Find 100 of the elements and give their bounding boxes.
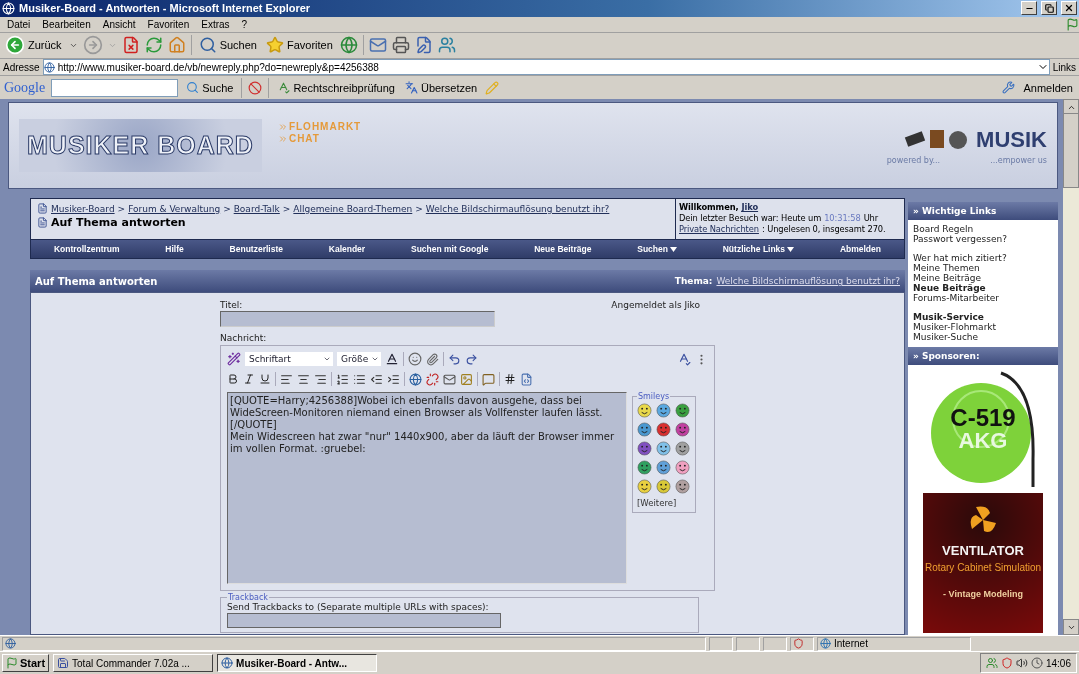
breadcrumb-link[interactable]: Board-Talk	[233, 203, 280, 214]
taskbar-button[interactable]: Musiker-Board - Antw...	[217, 654, 378, 673]
sidebar-link[interactable]: Forums-Mitarbeiter	[913, 293, 1053, 304]
google-search-button[interactable]: Suche	[184, 81, 236, 95]
numbered-list-icon[interactable]	[336, 372, 349, 386]
smiley-icon[interactable]	[656, 403, 671, 419]
undo-icon[interactable]	[448, 352, 461, 366]
trackback-field[interactable]	[227, 613, 501, 629]
sidebar-link[interactable]: Meine Beiträge	[913, 273, 1053, 284]
smiley-icon[interactable]	[656, 422, 671, 438]
smiley-icon[interactable]	[637, 460, 652, 476]
print-icon[interactable]	[391, 36, 410, 55]
scrollbar[interactable]	[1063, 99, 1079, 636]
scroll-thumb[interactable]	[1063, 113, 1079, 189]
format-icon[interactable]	[227, 352, 241, 367]
media-icon[interactable]	[339, 36, 358, 55]
menu-item[interactable]: Bearbeiten	[37, 18, 96, 30]
smiley-icon[interactable]	[675, 441, 690, 457]
sidebar-link[interactable]: Board Regeln	[913, 224, 1053, 235]
menu-item[interactable]: Datei	[2, 18, 36, 30]
email-icon[interactable]	[443, 372, 456, 386]
smiley-picker-icon[interactable]	[408, 352, 422, 367]
italic-icon[interactable]	[243, 373, 255, 386]
smiley-icon[interactable]	[637, 441, 652, 457]
favorites-button[interactable]: Favoriten	[263, 36, 335, 55]
menu-item[interactable]: ?	[236, 18, 253, 30]
nav-link[interactable]: Nützliche Links	[722, 244, 795, 255]
private-messages-link[interactable]: Private Nachrichten	[679, 224, 759, 236]
quote-icon[interactable]	[482, 372, 495, 386]
sidebar-link[interactable]: Passwort vergessen?	[913, 234, 1053, 245]
popup-blocker-icon[interactable]	[248, 80, 263, 95]
spellcheck-button[interactable]: Rechtschreibprüfung	[275, 81, 397, 95]
smiley-icon[interactable]	[637, 403, 652, 419]
user-link[interactable]: Jiko	[741, 202, 759, 214]
back-button[interactable]: Zurück	[3, 35, 64, 56]
search-button[interactable]: Suchen	[196, 36, 259, 55]
font-select[interactable]: Schriftart	[245, 352, 333, 367]
nav-link[interactable]: Kontrollzentrum	[53, 244, 120, 255]
taskbar-button[interactable]: Total Commander 7.02a ...	[53, 654, 214, 673]
menu-item[interactable]: Favoriten	[142, 18, 195, 30]
breadcrumb-link[interactable]: Allgemeine Board-Themen	[293, 203, 413, 214]
edit-icon[interactable]	[414, 36, 433, 55]
text-color-icon[interactable]	[385, 352, 399, 367]
nav-link[interactable]: Neue Beiträge	[534, 244, 592, 255]
menu-item[interactable]: Ansicht	[97, 18, 141, 30]
bullet-list-icon[interactable]	[353, 372, 366, 386]
restore-button[interactable]	[1041, 1, 1057, 16]
smiley-icon[interactable]	[637, 422, 652, 438]
start-button[interactable]: Start	[2, 654, 50, 673]
sidebar-link[interactable]: Meine Themen	[913, 263, 1053, 274]
smiley-icon[interactable]	[656, 479, 671, 495]
breadcrumb-link[interactable]: Musiker-Board	[51, 203, 115, 214]
settings-icon[interactable]	[1002, 81, 1016, 95]
bold-icon[interactable]	[227, 373, 239, 386]
align-right-icon[interactable]	[314, 372, 327, 386]
outdent-icon[interactable]	[370, 372, 383, 386]
smiley-icon[interactable]	[675, 460, 690, 476]
close-button[interactable]	[1061, 1, 1077, 16]
ad-banner[interactable]: C-519 AKG	[923, 369, 1043, 490]
smiley-icon[interactable]	[675, 422, 690, 438]
translate-button[interactable]: Übersetzen	[402, 81, 480, 95]
attachment-icon[interactable]	[426, 352, 439, 366]
network-icon[interactable]	[985, 657, 998, 670]
spellcheck-icon[interactable]	[677, 352, 691, 367]
link-icon[interactable]	[409, 372, 422, 386]
sidebar-link[interactable]: Musiker-Suche	[913, 332, 1053, 343]
minimize-button[interactable]	[1021, 1, 1037, 16]
size-select[interactable]: Größe	[337, 352, 381, 367]
breadcrumb-link[interactable]: Forum & Verwaltung	[128, 203, 221, 214]
underline-icon[interactable]	[259, 373, 271, 386]
smiley-icon[interactable]	[637, 479, 652, 495]
thread-link[interactable]: Welche Bildschirmauflösung benutzt ihr?	[716, 276, 900, 287]
smiley-icon[interactable]	[656, 441, 671, 457]
sidebar-link[interactable]: Musik-Service	[913, 312, 1053, 323]
align-center-icon[interactable]	[297, 372, 310, 386]
ad-banner[interactable]: VENTILATOR Rotary Cabinet Simulation - Vintage Modeling	[923, 493, 1043, 634]
title-field[interactable]	[220, 311, 495, 328]
image-icon[interactable]	[460, 372, 473, 386]
redo-icon[interactable]	[465, 352, 478, 366]
nav-link[interactable]: Suchen mit Google	[410, 244, 489, 255]
messenger-icon[interactable]	[437, 36, 456, 55]
address-field[interactable]: http://www.musiker-board.de/vb/newreply.php?do=newreply&p=4256388	[42, 59, 1050, 75]
volume-icon[interactable]	[1015, 657, 1028, 670]
nav-link[interactable]: Hilfe	[165, 244, 184, 255]
more-smilies-link[interactable]: [Weitere]	[637, 498, 691, 509]
message-field[interactable]: [QUOTE=Harry;4256388]Wobei ich ebenfalls davon ausgehe, dass bei WideScreen-Monitoren niemand einen Browser als Vollfenster laufen lässt. [/QUOTE] Mein Widescreen hat zwar "nur" 1440x900, aber da läuft der Browser immer im vollen Format. :gruebel:	[227, 392, 627, 585]
menu-item[interactable]: Extras	[196, 18, 235, 30]
stop-icon[interactable]	[121, 36, 140, 55]
sidebar-link[interactable]: Neue Beiträge	[913, 283, 1053, 294]
code-icon[interactable]	[520, 372, 533, 386]
sidebar-link[interactable]: Musiker-Flohmarkt	[913, 322, 1053, 333]
align-left-icon[interactable]	[280, 372, 293, 386]
sign-in-button[interactable]: Anmelden	[1021, 81, 1075, 94]
google-search-field[interactable]	[51, 78, 179, 97]
links-button[interactable]: Links	[1052, 61, 1076, 73]
nav-link[interactable]: Kalender	[328, 244, 366, 255]
nav-link[interactable]: Suchen	[637, 244, 677, 255]
nav-link[interactable]: Abmelden	[839, 244, 881, 255]
indent-icon[interactable]	[387, 372, 400, 386]
hash-icon[interactable]	[504, 373, 516, 386]
